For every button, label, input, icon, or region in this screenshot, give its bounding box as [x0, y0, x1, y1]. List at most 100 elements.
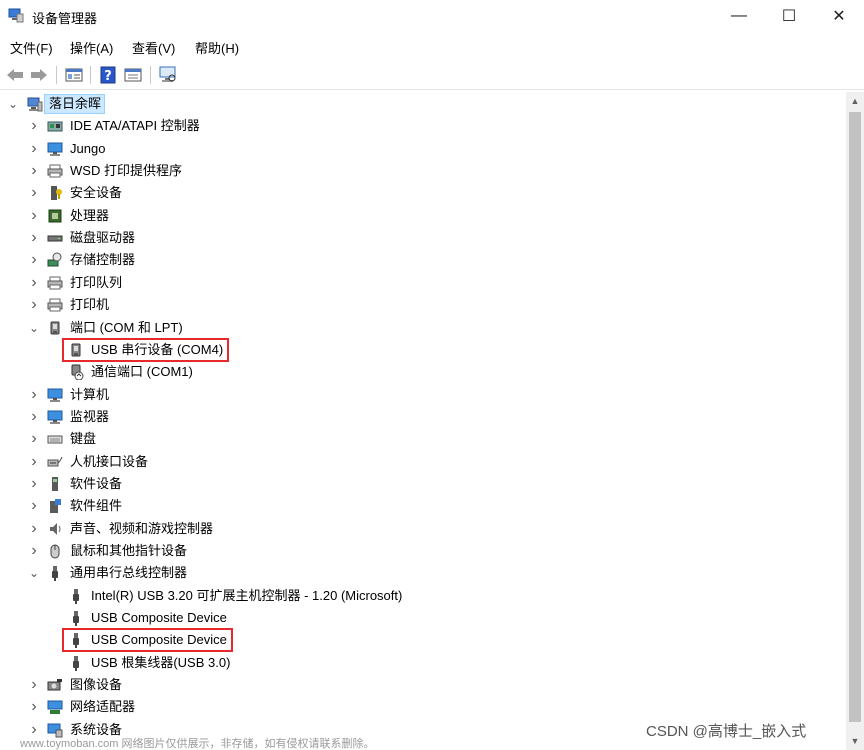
tree-category[interactable]: › 鼠标和其他指针设备 [0, 540, 846, 562]
scan-hardware-button[interactable] [157, 64, 179, 86]
chevron-right-icon[interactable]: › [27, 676, 41, 693]
tree-item-label: 打印队列 [70, 274, 123, 290]
tree-category[interactable]: › 键盘 [0, 428, 846, 450]
chevron-right-icon[interactable]: › [27, 475, 41, 492]
tree-category[interactable]: › 打印队列 [0, 272, 846, 294]
chevron-right-icon[interactable]: › [27, 430, 41, 447]
chevron-right-icon[interactable]: › [27, 251, 41, 268]
tree-device[interactable]: USB 根集线器(USB 3.0) [0, 652, 846, 674]
forward-button[interactable] [28, 64, 50, 86]
properties-button[interactable] [63, 64, 85, 86]
tree-category[interactable]: › 声音、视频和游戏控制器 [0, 518, 846, 540]
comm-port-icon [71, 364, 84, 381]
tree-category[interactable]: › 存储控制器 [0, 249, 846, 271]
tree-category[interactable]: › 计算机 [0, 384, 846, 406]
chevron-right-icon[interactable]: › [27, 229, 41, 246]
chevron-down-icon[interactable]: ⌄ [27, 565, 41, 581]
chevron-right-icon[interactable]: › [27, 453, 41, 470]
tree-device[interactable]: USB Composite Device [0, 607, 846, 629]
tree-item-label: 网络适配器 [70, 699, 136, 715]
tree-category[interactable]: › Jungo [0, 138, 846, 160]
tree-item-label: 通用串行总线控制器 [70, 565, 188, 581]
tree-category[interactable]: ⌄ 通用串行总线控制器 [0, 562, 846, 584]
chevron-down-icon[interactable]: ⌄ [6, 96, 20, 112]
tree-device[interactable]: 通信端口 (COM1) [0, 361, 846, 383]
close-button[interactable]: ✕ [816, 0, 862, 32]
storage-controller-icon [47, 252, 62, 267]
chevron-right-icon[interactable]: › [27, 162, 41, 179]
scroll-up-icon[interactable]: ▲ [846, 92, 864, 110]
menu-view[interactable]: 查看(V) [132, 38, 175, 57]
chevron-right-icon[interactable]: › [27, 497, 41, 514]
toolbar-separator [90, 66, 91, 84]
tree-item-label: IDE ATA/ATAPI 控制器 [70, 118, 200, 134]
tree-category[interactable]: › WSD 打印提供程序 [0, 160, 846, 182]
chevron-down-icon[interactable]: ⌄ [27, 320, 41, 336]
tree-category[interactable]: › 监视器 [0, 406, 846, 428]
scroll-down-icon[interactable]: ▼ [846, 732, 864, 750]
help-button[interactable]: ? [97, 64, 119, 86]
tree-category[interactable]: › 软件组件 [0, 495, 846, 517]
chevron-right-icon[interactable]: › [27, 698, 41, 715]
vertical-scrollbar[interactable]: ▲ ▼ [846, 92, 864, 750]
chevron-right-icon[interactable]: › [27, 140, 41, 157]
menu-file[interactable]: 文件(F) [10, 38, 53, 57]
chevron-right-icon[interactable]: › [27, 207, 41, 224]
chevron-right-icon[interactable]: › [27, 386, 41, 403]
svg-text:?: ? [104, 69, 112, 84]
security-device-icon [51, 186, 62, 201]
tree-item-label: USB Composite Device [91, 610, 227, 626]
tree-root[interactable]: ⌄ 落日余晖 [0, 93, 846, 115]
red-highlight-box [62, 628, 233, 653]
site-watermark: www.toymoban.com 网络图片仅供展示，非存储，如有侵权请联系删除。 [20, 738, 375, 750]
tree-category[interactable]: ⌄ 端口 (COM 和 LPT) [0, 317, 846, 339]
network-adapter-icon [47, 700, 63, 715]
chevron-right-icon[interactable]: › [27, 408, 41, 425]
update-driver-button[interactable] [122, 64, 144, 86]
chevron-right-icon[interactable]: › [27, 296, 41, 313]
scroll-thumb[interactable] [849, 112, 861, 722]
window-title: 设备管理器 [32, 11, 98, 26]
tree-device[interactable]: Intel(R) USB 3.20 可扩展主机控制器 - 1.20 (Micro… [0, 585, 846, 607]
device-tree[interactable]: ⌄ 落日余晖 › IDE ATA/ATAPI 控制器 › Jungo › WSD 打印提供… [0, 92, 846, 750]
tree-root-label: 落日余晖 [49, 96, 102, 111]
maximize-button[interactable]: ☐ [766, 0, 812, 32]
menu-action[interactable]: 操作(A) [70, 38, 113, 57]
chevron-right-icon[interactable]: › [27, 184, 41, 201]
tree-category[interactable]: › IDE ATA/ATAPI 控制器 [0, 115, 846, 137]
usb-icon [73, 611, 79, 627]
tree-category[interactable]: › 软件设备 [0, 473, 846, 495]
tree-category[interactable]: › 处理器 [0, 205, 846, 227]
tree-category[interactable]: › 磁盘驱动器 [0, 227, 846, 249]
tree-category[interactable]: › 人机接口设备 [0, 451, 846, 473]
tree-category[interactable]: › 打印机 [0, 294, 846, 316]
tree-item-label: 人机接口设备 [70, 453, 149, 469]
chevron-right-icon[interactable]: › [27, 117, 41, 134]
tree-item-label: 通信端口 (COM1) [91, 364, 193, 380]
tree-category[interactable]: › 图像设备 [0, 674, 846, 696]
back-button[interactable] [4, 64, 26, 86]
tree-item-label: 键盘 [70, 431, 97, 447]
mouse-icon [50, 544, 60, 559]
chevron-right-icon[interactable]: › [27, 542, 41, 559]
hid-icon [47, 456, 63, 467]
chevron-right-icon[interactable]: › [27, 274, 41, 291]
tree-item-label: 端口 (COM 和 LPT) [70, 319, 183, 335]
properties-icon [65, 68, 83, 82]
chevron-right-icon[interactable]: › [27, 520, 41, 537]
tree-item-label: Intel(R) USB 3.20 可扩展主机控制器 - 1.20 (Micro… [91, 587, 403, 603]
tree-item-label: USB 根集线器(USB 3.0) [91, 654, 231, 670]
tree-category[interactable]: › 安全设备 [0, 182, 846, 204]
csdn-watermark: CSDN @高博士_嵌入式 [646, 723, 807, 740]
tree-category[interactable]: › 网络适配器 [0, 696, 846, 718]
printer-icon [47, 164, 63, 178]
tree-item-label: Jungo [70, 140, 106, 156]
tree-item-label: 安全设备 [70, 185, 123, 201]
toolbar-separator [150, 66, 151, 84]
menu-help[interactable]: 帮助(H) [195, 38, 239, 57]
tree-item-label: 鼠标和其他指针设备 [70, 543, 188, 558]
tree-item-label: 磁盘驱动器 [70, 230, 136, 246]
tree-item-label: 计算机 [70, 386, 110, 402]
minimize-button[interactable]: — [716, 0, 762, 32]
minimize-icon: — [731, 7, 747, 24]
